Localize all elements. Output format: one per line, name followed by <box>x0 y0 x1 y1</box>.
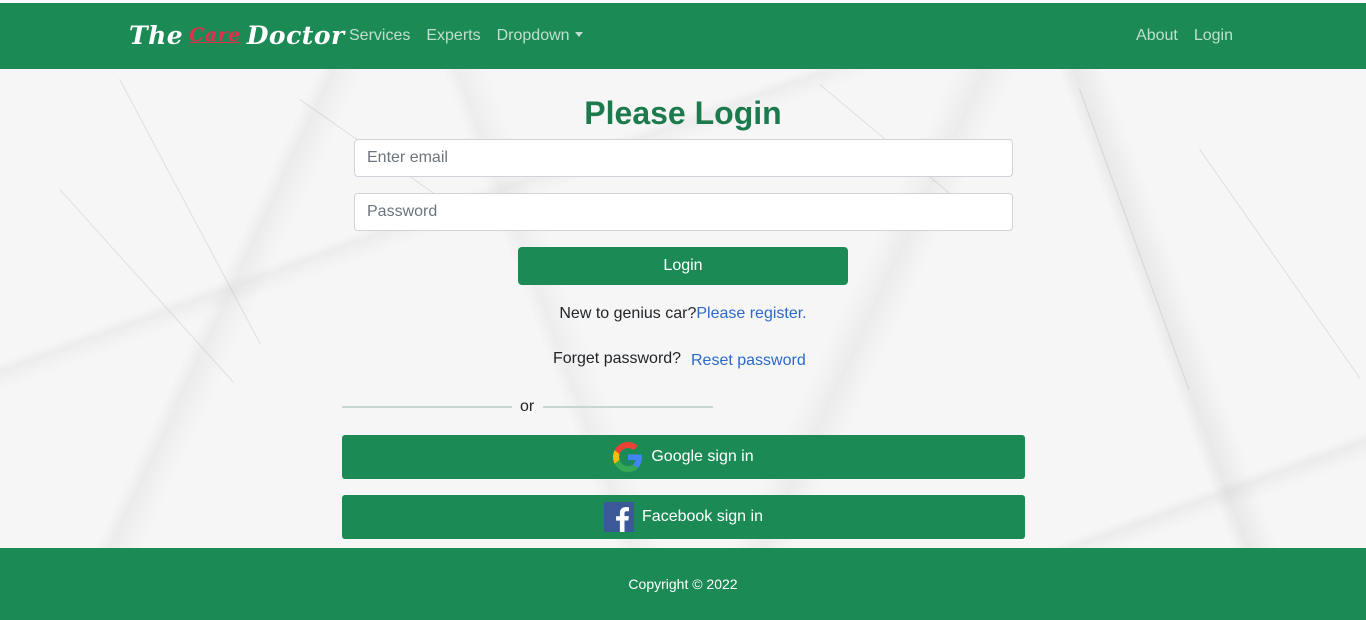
caret-down-icon <box>574 32 583 37</box>
marble-vein <box>1199 149 1361 379</box>
facebook-sign-in-label: Facebook sign in <box>642 508 763 525</box>
nav-link-experts[interactable]: Experts <box>426 25 480 47</box>
nav-link-login[interactable]: Login <box>1194 25 1233 47</box>
divider-right <box>543 406 713 408</box>
divider-left <box>342 406 512 408</box>
or-separator: or <box>520 398 535 415</box>
login-button[interactable]: Login <box>518 247 848 285</box>
footer: Copyright © 2022 <box>0 548 1366 620</box>
password-input[interactable] <box>354 193 1013 231</box>
nav-links: Services Experts Dropdown <box>349 25 583 47</box>
register-prompt-line: New to genius car?Please register. <box>0 305 1366 323</box>
page-title: Please Login <box>584 95 782 131</box>
nav-link-about[interactable]: About <box>1136 25 1178 47</box>
google-icon <box>613 442 643 472</box>
brand-logo[interactable]: The Care Doctor <box>129 17 345 53</box>
nav-dropdown-label: Dropdown <box>496 27 570 44</box>
copyright-text: Copyright © 2022 <box>628 576 738 592</box>
google-sign-in-label: Google sign in <box>651 448 754 465</box>
register-link[interactable]: Please register. <box>696 305 806 322</box>
facebook-icon <box>604 502 635 532</box>
brand-word-2: Care <box>189 24 241 46</box>
marble-vein <box>59 189 234 383</box>
nav-right-links: About Login <box>1136 25 1233 47</box>
nav-dropdown-toggle[interactable]: Dropdown <box>497 25 583 47</box>
facebook-sign-in-button[interactable]: Facebook sign in <box>342 495 1025 539</box>
marble-vein <box>1079 89 1190 391</box>
brand-word-1: The <box>129 20 184 50</box>
navbar: The Care Doctor Services Experts Dropdow… <box>0 3 1366 69</box>
forget-password-prompt: Forget password? <box>553 350 682 367</box>
register-prompt: New to genius car? <box>559 305 697 322</box>
reset-password-link[interactable]: Reset password <box>691 352 806 370</box>
email-input[interactable] <box>354 139 1013 177</box>
nav-link-services[interactable]: Services <box>349 25 410 47</box>
google-sign-in-button[interactable]: Google sign in <box>342 435 1025 479</box>
brand-word-3: Doctor <box>246 20 345 50</box>
